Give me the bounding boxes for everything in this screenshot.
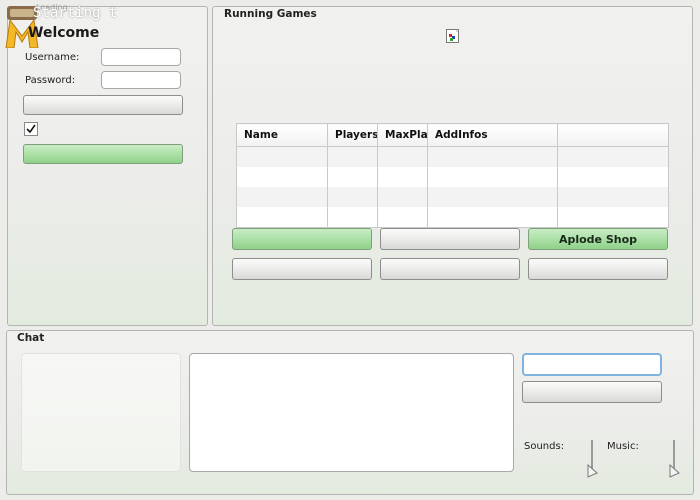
table-cell	[236, 207, 328, 228]
chat-messages-area[interactable]	[189, 353, 514, 472]
remember-checkbox[interactable]	[24, 122, 38, 136]
table-cell	[557, 207, 669, 228]
games-action-button-2[interactable]	[380, 258, 520, 280]
table-cell	[377, 187, 428, 207]
table-cell	[427, 146, 558, 167]
games-table-header: Name Players MaxPla AddInfos	[236, 123, 669, 147]
table-row[interactable]	[236, 207, 669, 228]
table-cell	[327, 187, 378, 207]
table-cell	[557, 187, 669, 207]
table-cell	[327, 207, 378, 228]
table-cell	[427, 207, 558, 228]
table-cell	[427, 187, 558, 207]
login-button[interactable]	[23, 95, 183, 115]
games-table[interactable]: Name Players MaxPla AddInfos	[236, 123, 669, 228]
username-label: Username:	[25, 52, 80, 63]
slider-handle-icon[interactable]	[585, 464, 599, 478]
column-addinfos[interactable]: AddInfos	[427, 123, 558, 147]
running-games-title: Running Games	[224, 8, 317, 20]
sounds-slider[interactable]	[585, 440, 599, 480]
table-cell	[377, 207, 428, 228]
password-field[interactable]	[101, 71, 181, 89]
games-action-button-3[interactable]	[528, 258, 668, 280]
password-label: Password:	[25, 75, 76, 86]
table-row[interactable]	[236, 146, 669, 167]
table-cell	[236, 146, 328, 167]
join-game-button[interactable]	[232, 228, 372, 250]
table-cell	[236, 187, 328, 207]
aplode-shop-button[interactable]: Aplode Shop	[528, 228, 668, 250]
chat-title: Chat	[17, 332, 45, 344]
table-cell	[377, 167, 428, 187]
chat-user-list[interactable]	[21, 353, 181, 472]
checkmark-icon	[26, 124, 36, 134]
sounds-label: Sounds:	[524, 441, 565, 452]
table-cell	[557, 167, 669, 187]
username-field[interactable]	[101, 48, 181, 66]
broken-image-icon	[445, 28, 461, 44]
chat-send-button[interactable]	[522, 381, 662, 403]
column-players[interactable]: Players	[327, 123, 378, 147]
column-extra[interactable]	[557, 123, 669, 147]
slider-handle-icon[interactable]	[667, 464, 681, 478]
games-action-button-1[interactable]	[232, 258, 372, 280]
loading-overlay-status: Starting t	[33, 5, 118, 21]
table-cell	[427, 167, 558, 187]
register-button[interactable]	[23, 144, 183, 164]
table-cell	[557, 146, 669, 167]
table-row[interactable]	[236, 187, 669, 207]
table-row[interactable]	[236, 167, 669, 187]
welcome-heading: Welcome	[28, 25, 100, 41]
table-cell	[236, 167, 328, 187]
music-label: Music:	[607, 441, 639, 452]
chat-input[interactable]	[522, 353, 662, 376]
table-cell	[377, 146, 428, 167]
music-slider[interactable]	[667, 440, 681, 480]
table-cell	[327, 146, 378, 167]
create-game-button[interactable]	[380, 228, 520, 250]
column-maxplayers[interactable]: MaxPla	[377, 123, 428, 147]
table-cell	[327, 167, 378, 187]
column-name[interactable]: Name	[236, 123, 328, 147]
